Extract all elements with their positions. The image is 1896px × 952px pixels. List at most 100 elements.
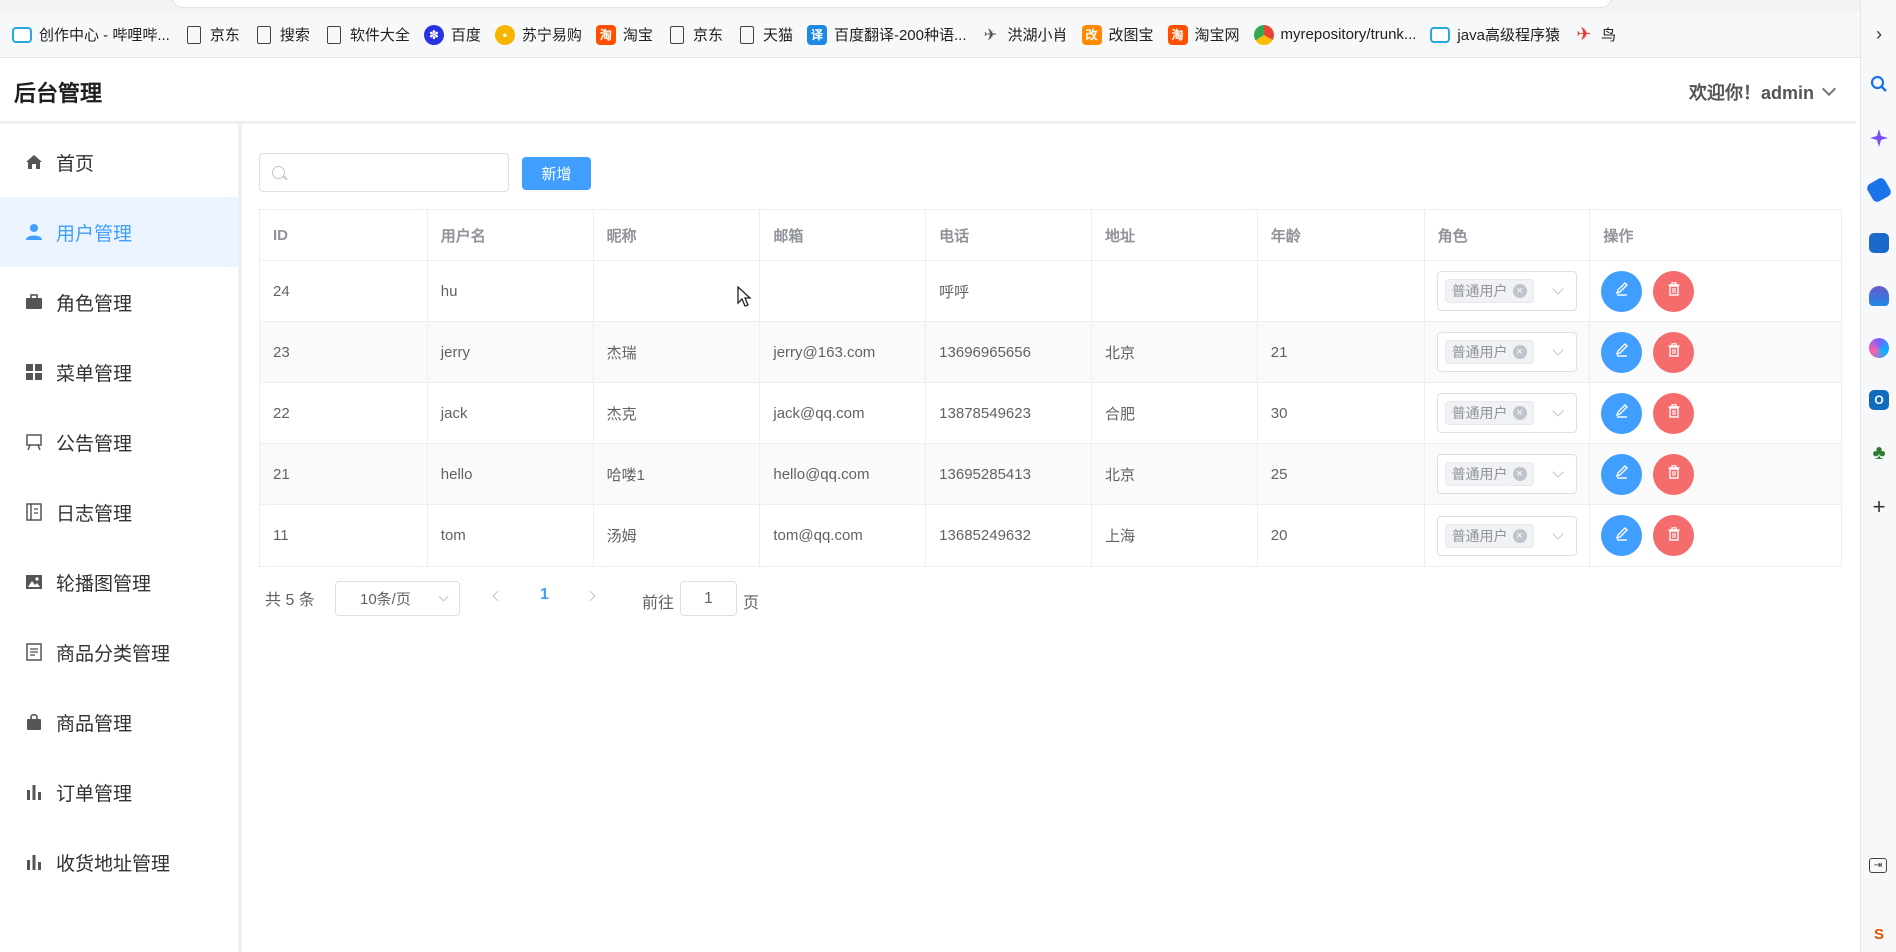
chevron-right-icon[interactable]: › [1869,24,1889,44]
bookmark-label: 洪湖小肖 [1007,27,1068,44]
sidebar-item[interactable]: 收货地址管理 [0,827,238,897]
bookmark-item[interactable]: 京东 [663,20,733,50]
sidebar-item[interactable]: 用户管理 [0,197,238,267]
bookmark-item[interactable]: java高级程序猿 [1426,20,1570,50]
add-icon[interactable]: + [1869,494,1889,519]
cell-role: 普通用户 × [1425,505,1591,566]
total-count: 共 5 条 [265,592,315,609]
sidebar-toggle-icon[interactable]: ⇥ [1869,858,1887,873]
delete-button[interactable] [1653,515,1695,556]
bookmark-item[interactable]: myrepository/trunk... [1250,20,1427,50]
delete-button[interactable] [1653,331,1695,373]
bookmark-item[interactable]: 软件大全 [320,20,420,50]
delete-button[interactable] [1653,392,1695,434]
bookmark-label: myrepository/trunk... [1280,26,1417,43]
role-tag-label: 普通用户 [1451,344,1508,360]
games-icon[interactable] [1869,286,1889,306]
sidebar-item[interactable]: 日志管理 [0,477,238,547]
close-icon[interactable]: × [1512,345,1527,359]
bookmark-item[interactable]: ✈ 鸟 [1570,20,1626,50]
cell-email: tom@qq.com [760,505,927,566]
sidebar-item[interactable]: 轮播图管理 [0,547,238,617]
close-icon[interactable]: × [1512,406,1527,420]
next-page-icon[interactable] [584,590,596,602]
copilot-sparkle-icon[interactable] [1869,128,1889,148]
role-tag-label: 普通用户 [1451,527,1508,544]
sidebar-item[interactable]: 角色管理 [0,267,238,337]
role-select[interactable]: 普通用户 × [1436,332,1577,372]
bookmark-item[interactable]: 改改图宝 [1078,20,1164,50]
page-size-value: 10条/页 [360,591,411,608]
page-icon [739,25,754,44]
s-app-icon[interactable]: S [1869,924,1889,944]
cell-phone: 13685249632 [926,505,1092,566]
sidebar-item[interactable]: 菜单管理 [0,337,238,407]
cell-address [1092,261,1258,321]
bookmark-item[interactable]: 译百度翻译-200种语... [803,20,977,50]
role-select[interactable]: 普通用户 × [1436,515,1577,556]
search-box[interactable] [259,153,509,192]
cell-address: 北京 [1092,322,1258,382]
sidebar-item-label: 用户管理 [56,223,133,245]
bookmark-item[interactable]: 搜索 [250,20,320,50]
column-header: 年龄 [1258,210,1425,260]
bookmark-item[interactable]: 创作中心 - 哔哩哔... [8,20,180,50]
table-row: 23 jerry 杰瑞 jerry@163.com 13696965656 北京 21 普通用… [260,322,1841,383]
bookmark-item[interactable]: 淘淘宝网 [1164,20,1250,50]
close-icon[interactable]: × [1512,528,1527,543]
search-icon[interactable] [1869,74,1889,94]
role-select[interactable]: 普通用户 × [1436,393,1577,433]
role-select[interactable]: 普通用户 × [1436,271,1577,311]
close-icon[interactable]: × [1512,467,1527,481]
search-icon [272,166,285,179]
add-button[interactable]: 新增 [522,157,591,190]
tree-icon[interactable]: ♣ [1869,442,1889,464]
edit-button[interactable] [1601,515,1643,556]
bookmark-item[interactable]: 淘淘宝 [592,20,663,50]
tag-icon[interactable] [1865,176,1893,204]
table-row: 11 tom 汤姆 tom@qq.com 13685249632 上海 20 普通用户 × [260,505,1841,566]
cell-id: 24 [260,261,428,321]
prev-page-icon[interactable] [492,590,504,602]
taobao-icon: 淘 [1167,24,1188,45]
edit-icon [1614,403,1630,423]
sidebar-item[interactable]: 首页 [0,127,238,197]
role-tag-label: 普通用户 [1451,283,1508,299]
bar-chart-icon [24,782,44,802]
sidebar-item[interactable]: 公告管理 [0,407,238,477]
picture-icon [24,572,44,592]
bookmark-item[interactable]: ✽ 百度 [420,20,491,50]
bookmark-item[interactable]: ✈ 洪湖小肖 [977,20,1078,50]
edit-button[interactable] [1601,453,1643,495]
page-number-current[interactable]: 1 [540,586,549,604]
bookmark-item[interactable]: 天猫 [733,20,803,50]
edit-button[interactable] [1601,392,1643,434]
bookmark-item[interactable]: • 苏宁易购 [491,20,592,50]
user-menu[interactable]: 欢迎你！admin [1689,79,1837,105]
edit-button[interactable] [1601,270,1643,312]
role-select[interactable]: 普通用户 × [1436,454,1577,494]
cell-phone: 13695285413 [926,444,1092,504]
address-bar[interactable] [172,0,1612,8]
delete-button[interactable] [1653,453,1695,495]
outlook-icon[interactable]: O [1869,390,1889,410]
sidebar-item[interactable]: 商品管理 [0,687,238,757]
edit-icon [1614,342,1630,362]
chevron-down-icon [1551,527,1564,540]
search-input[interactable] [294,154,504,191]
page-size-select[interactable]: 10条/页 [335,581,460,616]
toolbox-icon[interactable] [1869,233,1889,253]
sidebar-item[interactable]: 商品分类管理 [0,617,238,687]
edit-button[interactable] [1601,331,1643,373]
cell-age: 20 [1258,505,1425,566]
goto-page-input[interactable] [680,581,737,616]
shopping-bag-icon [24,712,44,732]
office-icon[interactable] [1869,338,1889,358]
bookmark-label: 改图宝 [1108,27,1154,44]
delete-button[interactable] [1653,270,1695,312]
cell-actions [1590,383,1841,443]
bookmark-item[interactable]: 京东 [180,20,250,50]
close-icon[interactable]: × [1512,284,1527,298]
cell-username: jack [428,383,594,443]
sidebar-item[interactable]: 订单管理 [0,757,238,827]
